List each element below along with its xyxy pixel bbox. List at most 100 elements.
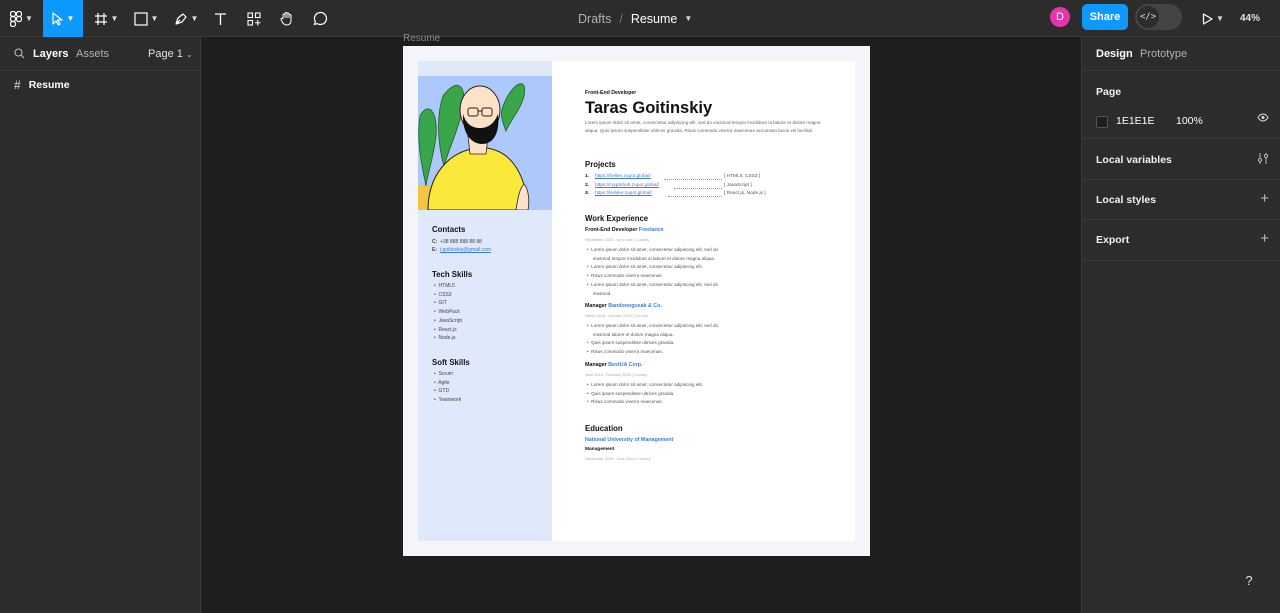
job-bullet: • Lorem ipsum dolor sit amet, consectetu…	[587, 281, 719, 287]
job-title-label: Manager	[585, 362, 607, 368]
pen-tool-button[interactable]: ▼	[168, 0, 204, 37]
project-number: 1.	[585, 174, 590, 179]
play-icon	[1202, 12, 1213, 25]
project-tech: [ HTML5, CSS3 ]	[724, 174, 761, 179]
frame-tool-button[interactable]: ▼	[88, 0, 124, 37]
shape-tool-button[interactable]: ▼	[128, 0, 164, 37]
skill-item: • Scrum	[434, 371, 453, 377]
project-link[interactable]: https://cryptohub.zupot.global/	[595, 183, 659, 188]
skill-label: JavaScript	[438, 317, 462, 324]
design-panel: Design Prototype Page 1E1E1E 100% Local …	[1081, 37, 1280, 613]
job-bullet: • Risus commodo viverra maecenas.	[587, 273, 663, 279]
bullet-text: Quis ipsum suspendisse ultrices gravida.	[591, 340, 675, 346]
project-link[interactable]: https://kebike.zupot.global/	[595, 191, 652, 196]
page-color-swatch[interactable]	[1096, 116, 1108, 128]
bald-man-illustration-icon	[418, 83, 530, 210]
text-tool-button[interactable]	[207, 0, 233, 37]
local-variables-section[interactable]: Local variables	[1082, 139, 1280, 180]
export-section[interactable]: Export +	[1082, 220, 1280, 261]
variables-sliders-icon[interactable]	[1257, 152, 1269, 165]
skill-item: • CSS3	[434, 291, 452, 298]
skill-label: CSS3	[438, 291, 452, 298]
frame-label[interactable]: Resume	[403, 33, 440, 44]
bullet-text: Lorem ipsum dolor sit amet, consectetur …	[591, 382, 704, 387]
skill-item: • GTD	[434, 388, 450, 395]
local-styles-section[interactable]: Local styles +	[1082, 180, 1280, 220]
bullet-text: Quis ipsum suspendisse ultrices gravida.	[591, 390, 675, 396]
skill-item: • Node.js	[434, 335, 456, 342]
resources-button[interactable]	[241, 0, 267, 37]
avatar[interactable]: D	[1050, 7, 1070, 27]
skill-item: • Agile	[434, 379, 450, 386]
page-opacity-value[interactable]: 100%	[1176, 115, 1203, 127]
local-variables-label: Local variables	[1096, 154, 1172, 166]
tab-prototype[interactable]: Prototype	[1140, 48, 1187, 60]
skill-item: • WebPack	[434, 309, 460, 316]
projects-heading: Projects	[585, 160, 616, 169]
hand-tool-button[interactable]	[274, 0, 300, 37]
right-panel-tabs: Design Prototype	[1082, 37, 1280, 71]
move-tool-button[interactable]: ▼	[43, 0, 83, 37]
help-button[interactable]: ?	[1236, 567, 1262, 593]
breadcrumb-folder[interactable]: Drafts	[578, 12, 611, 26]
plus-icon[interactable]: +	[1260, 191, 1269, 206]
tab-assets[interactable]: Assets	[76, 48, 109, 60]
skill-label: GIT	[438, 300, 447, 307]
frame-icon: #	[14, 78, 21, 92]
chevron-down-icon: ⌄	[185, 50, 193, 59]
page-color-value[interactable]: 1E1E1E	[1116, 115, 1155, 127]
comment-tool-button[interactable]	[307, 0, 333, 37]
project-tech: [ JavaScript ]	[724, 182, 752, 188]
page-section: Page 1E1E1E 100%	[1082, 71, 1280, 139]
job-bullet: • Risus commodo viverra maecenas.	[587, 349, 663, 355]
skill-label: Node.js	[438, 335, 456, 342]
eye-icon[interactable]	[1257, 113, 1269, 122]
share-button[interactable]: Share	[1082, 4, 1128, 30]
job-bullet: • Quis ipsum suspendisse ultrices gravid…	[587, 390, 675, 396]
search-icon[interactable]	[14, 48, 25, 59]
present-button[interactable]: ▼	[1198, 0, 1228, 37]
contacts-heading: Contacts	[432, 225, 466, 234]
job-bullet: • Lorem ipsum dolor sit amet, consectetu…	[587, 264, 704, 270]
chevron-down-icon[interactable]: ▼	[684, 14, 692, 23]
job-company: Freelance	[638, 227, 664, 233]
intro-paragraph: Lorem ipsum dolor sit amet, consectetur …	[585, 120, 821, 134]
tech-skills-heading: Tech Skills	[432, 270, 473, 279]
skill-label: Teamwork	[438, 397, 462, 404]
contact-phone: C: +38 888 888 88 88	[432, 239, 482, 245]
job-bullet-continued: eiusmod labore et dolore magna aliqua.	[593, 331, 674, 337]
zoom-level[interactable]: 44%	[1240, 0, 1260, 37]
job-bullet-continued: eiusmod.	[593, 290, 612, 296]
chevron-down-icon: ▼	[150, 14, 159, 23]
job-bullet: • Quis ipsum suspendisse ultrices gravid…	[587, 340, 675, 346]
chevron-down-icon: ▼	[190, 14, 199, 23]
resume-frame[interactable]: Contacts C: +38 888 888 88 88 E: t.goiti…	[403, 46, 870, 556]
chevron-down-icon: ▼	[25, 14, 33, 23]
layers-panel: Layers Assets Page 1 ⌄ # Resume	[0, 37, 201, 613]
toolbar: ▼ ▼ ▼ ▼ ▼ Drafts / Resume ▼ D Share </> …	[0, 0, 1280, 37]
dev-mode-toggle[interactable]: </>	[1135, 4, 1182, 30]
person-name: Taras Goitinskiy	[585, 99, 713, 117]
bullet-text: Lorem ipsum dolor sit amet, consectetur …	[591, 247, 719, 252]
bullet-text: Lorem ipsum dolor sit amet, consectetur …	[591, 323, 719, 328]
skill-label: GTD	[438, 388, 450, 395]
layer-row-resume[interactable]: # Resume	[0, 77, 200, 93]
code-icon: </>	[1137, 6, 1159, 28]
export-label: Export	[1096, 234, 1130, 246]
file-name[interactable]: Resume	[631, 12, 678, 26]
question-mark-icon: ?	[1245, 572, 1253, 588]
job-dates: September 2019 - up to now | Country	[585, 238, 650, 242]
resources-icon	[247, 11, 261, 26]
soft-skills-heading: Soft Skills	[432, 358, 470, 367]
cursor-arrow-icon	[51, 11, 63, 26]
job-bullet: • Lorem ipsum dolor sit amet, consectetu…	[587, 247, 719, 252]
contact-email: E: t.goitinskiy@gmail.com	[432, 247, 491, 253]
tab-design[interactable]: Design	[1096, 48, 1133, 60]
tab-layers[interactable]: Layers	[33, 48, 68, 60]
plus-icon[interactable]: +	[1260, 231, 1269, 246]
project-link[interactable]: https://hellen.zupot.global/	[595, 174, 651, 179]
skill-item: • HTML5	[434, 283, 455, 289]
main-menu-button[interactable]: ▼	[0, 0, 43, 37]
page-selector[interactable]: Page 1 ⌄	[148, 48, 193, 60]
email-link[interactable]: t.goitinskiy@gmail.com	[440, 247, 491, 253]
